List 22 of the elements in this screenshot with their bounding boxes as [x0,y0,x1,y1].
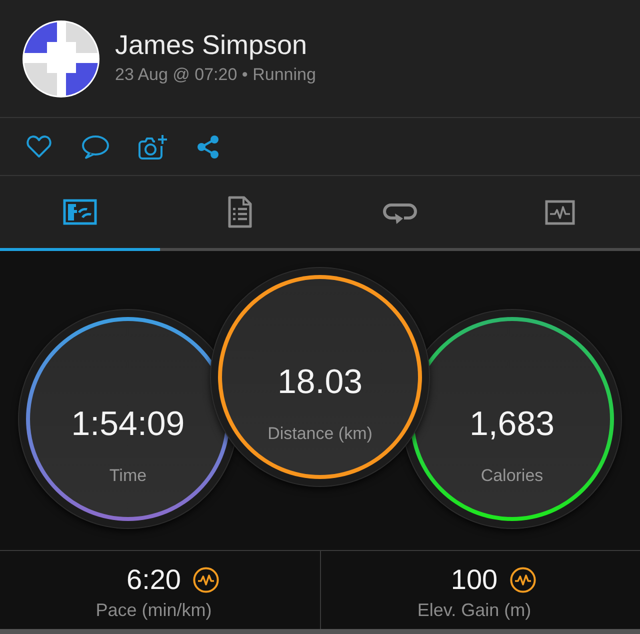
heart-icon[interactable] [26,135,52,158]
metric-value: 6:20 [126,565,181,595]
stat-label: Time [109,465,147,487]
pulse-icon[interactable] [193,567,219,593]
metric-label: Pace (min/km) [96,599,212,621]
stat-value: 18.03 [277,362,363,402]
stat-label: Distance (km) [268,423,372,445]
metric-value: 100 [450,565,498,595]
stat-label: Calories [480,465,544,487]
share-icon[interactable] [197,134,219,158]
stat-value: 1,683 [469,404,555,444]
user-name: James Simpson [115,29,308,61]
document-list-icon [228,196,252,228]
speech-bubble-icon[interactable] [81,134,109,158]
camera-plus-icon[interactable] [138,134,168,160]
activity-info: 23 Aug @ 07:20 • Running [115,64,316,86]
pulse-icon[interactable] [510,567,536,593]
chart-card-icon [63,199,97,225]
stat-value: 1:54:09 [71,404,185,444]
metric-label: Elev. Gain (m) [417,599,532,621]
pulse-screen-icon [545,200,575,224]
avatar-icon [22,20,100,98]
